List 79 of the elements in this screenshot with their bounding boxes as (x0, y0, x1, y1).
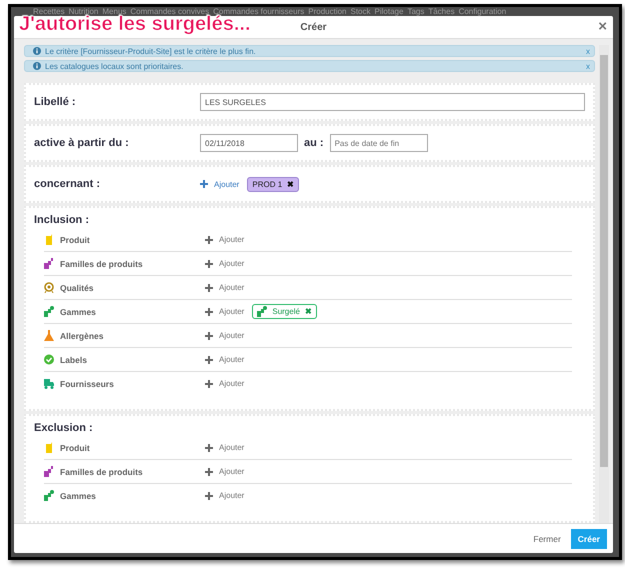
annotation-text: J'autorise les surgelés... (19, 13, 251, 36)
nav-menu-item[interactable]: Commandes fournisseurs (213, 7, 304, 16)
add-link[interactable]: Ajouter (205, 355, 244, 364)
nav-menu-item[interactable]: Pilotage (374, 7, 404, 16)
boxes-icon (44, 466, 54, 477)
criterion-label: Gammes (60, 490, 97, 500)
nav-menu-item[interactable]: Menus (102, 7, 126, 16)
plus-icon (205, 260, 213, 268)
plus-icon (205, 332, 213, 340)
criterion-label: Produit (60, 234, 91, 244)
box-icon (44, 442, 54, 453)
plus-icon (205, 444, 213, 452)
plus-icon (205, 468, 213, 476)
add-link[interactable]: Ajouter (205, 491, 244, 500)
blocks-icon (257, 306, 268, 317)
add-link[interactable]: Ajouter (205, 467, 244, 476)
plus-icon (205, 308, 213, 316)
add-link[interactable]: Ajouter (205, 379, 244, 388)
nav-menu-item[interactable]: Configuration (458, 7, 506, 16)
name-input[interactable]: LES SURGELES (200, 93, 585, 111)
add-link[interactable]: Ajouter (205, 259, 244, 268)
end-date-input[interactable]: Pas de date de fin (330, 134, 428, 152)
add-link[interactable]: Ajouter (205, 443, 244, 452)
alert-close-button[interactable]: x (586, 47, 590, 56)
criterion-label: Qualités (60, 282, 95, 292)
close-button[interactable]: × (598, 19, 607, 35)
add-link[interactable]: Ajouter (200, 180, 240, 188)
flask-icon (44, 330, 54, 341)
nav-menu-item[interactable]: Production (308, 7, 346, 16)
blocks-icon (44, 490, 54, 501)
criterion-label: Produit (60, 442, 91, 452)
plus-icon (205, 236, 213, 244)
nav-menu-item[interactable]: Nutrition (68, 7, 98, 16)
add-link[interactable]: Ajouter (205, 331, 244, 340)
criterion-label: Fournisseurs (60, 378, 115, 388)
nav-menu-item[interactable]: Stock (350, 7, 371, 16)
criterion-label: Allergènes (60, 330, 104, 340)
plus-icon (205, 492, 213, 500)
add-link[interactable]: Ajouter (205, 283, 244, 292)
field-label: active à partir du : (34, 137, 130, 149)
plus-icon (205, 380, 213, 388)
remove-tag-button[interactable]: ✖ (287, 180, 294, 188)
alert-text: Le critère [Fournisseur-Produit-Site] est le critère le plus fin. (45, 46, 256, 56)
plus-icon (205, 356, 213, 364)
modal-title: Créer (300, 22, 327, 32)
info-icon (33, 47, 41, 55)
truck-icon (44, 378, 54, 389)
scrollbar[interactable] (599, 45, 609, 523)
field-label: Libellé : (34, 96, 77, 108)
nav-menu-item[interactable]: Commandes convives (130, 7, 210, 16)
nav-menu-item[interactable]: Tâches (428, 7, 455, 16)
remove-tag-button[interactable]: ✖ (304, 307, 312, 316)
plus-icon (205, 284, 213, 292)
alert-text: Les catalogues locaux sont prioritaires. (45, 62, 184, 70)
badge-icon (44, 282, 54, 293)
blocks-icon (44, 306, 54, 317)
add-link[interactable]: Ajouter (205, 235, 244, 244)
criterion-label: Gammes (60, 306, 97, 316)
plus-icon (200, 180, 208, 188)
section-title: Inclusion : (34, 214, 90, 226)
nav-menu-item[interactable]: Recettes (33, 7, 65, 16)
nav-menu-item[interactable]: Tags (407, 7, 424, 16)
start-date-input[interactable]: 02/11/2018 (200, 134, 298, 152)
create-button[interactable]: Créer (570, 528, 607, 548)
criterion-label: Familles de produits (60, 466, 144, 476)
criterion-tag: Surgelé ✖ (252, 304, 317, 319)
info-icon (33, 62, 41, 70)
section-title: Exclusion : (34, 422, 94, 434)
field-label: au : (304, 137, 324, 149)
alert-close-button[interactable]: x (586, 62, 590, 71)
close-link[interactable]: Fermer (533, 534, 561, 544)
boxes-icon (44, 258, 54, 269)
criterion-label: Familles de produits (60, 258, 144, 268)
check-badge-icon (44, 354, 54, 365)
add-link[interactable]: Ajouter (205, 307, 244, 316)
field-label: concernant : (34, 178, 102, 190)
product-tag: PROD 1 ✖ (247, 176, 300, 192)
criterion-label: Labels (60, 354, 88, 364)
box-icon (44, 234, 54, 245)
